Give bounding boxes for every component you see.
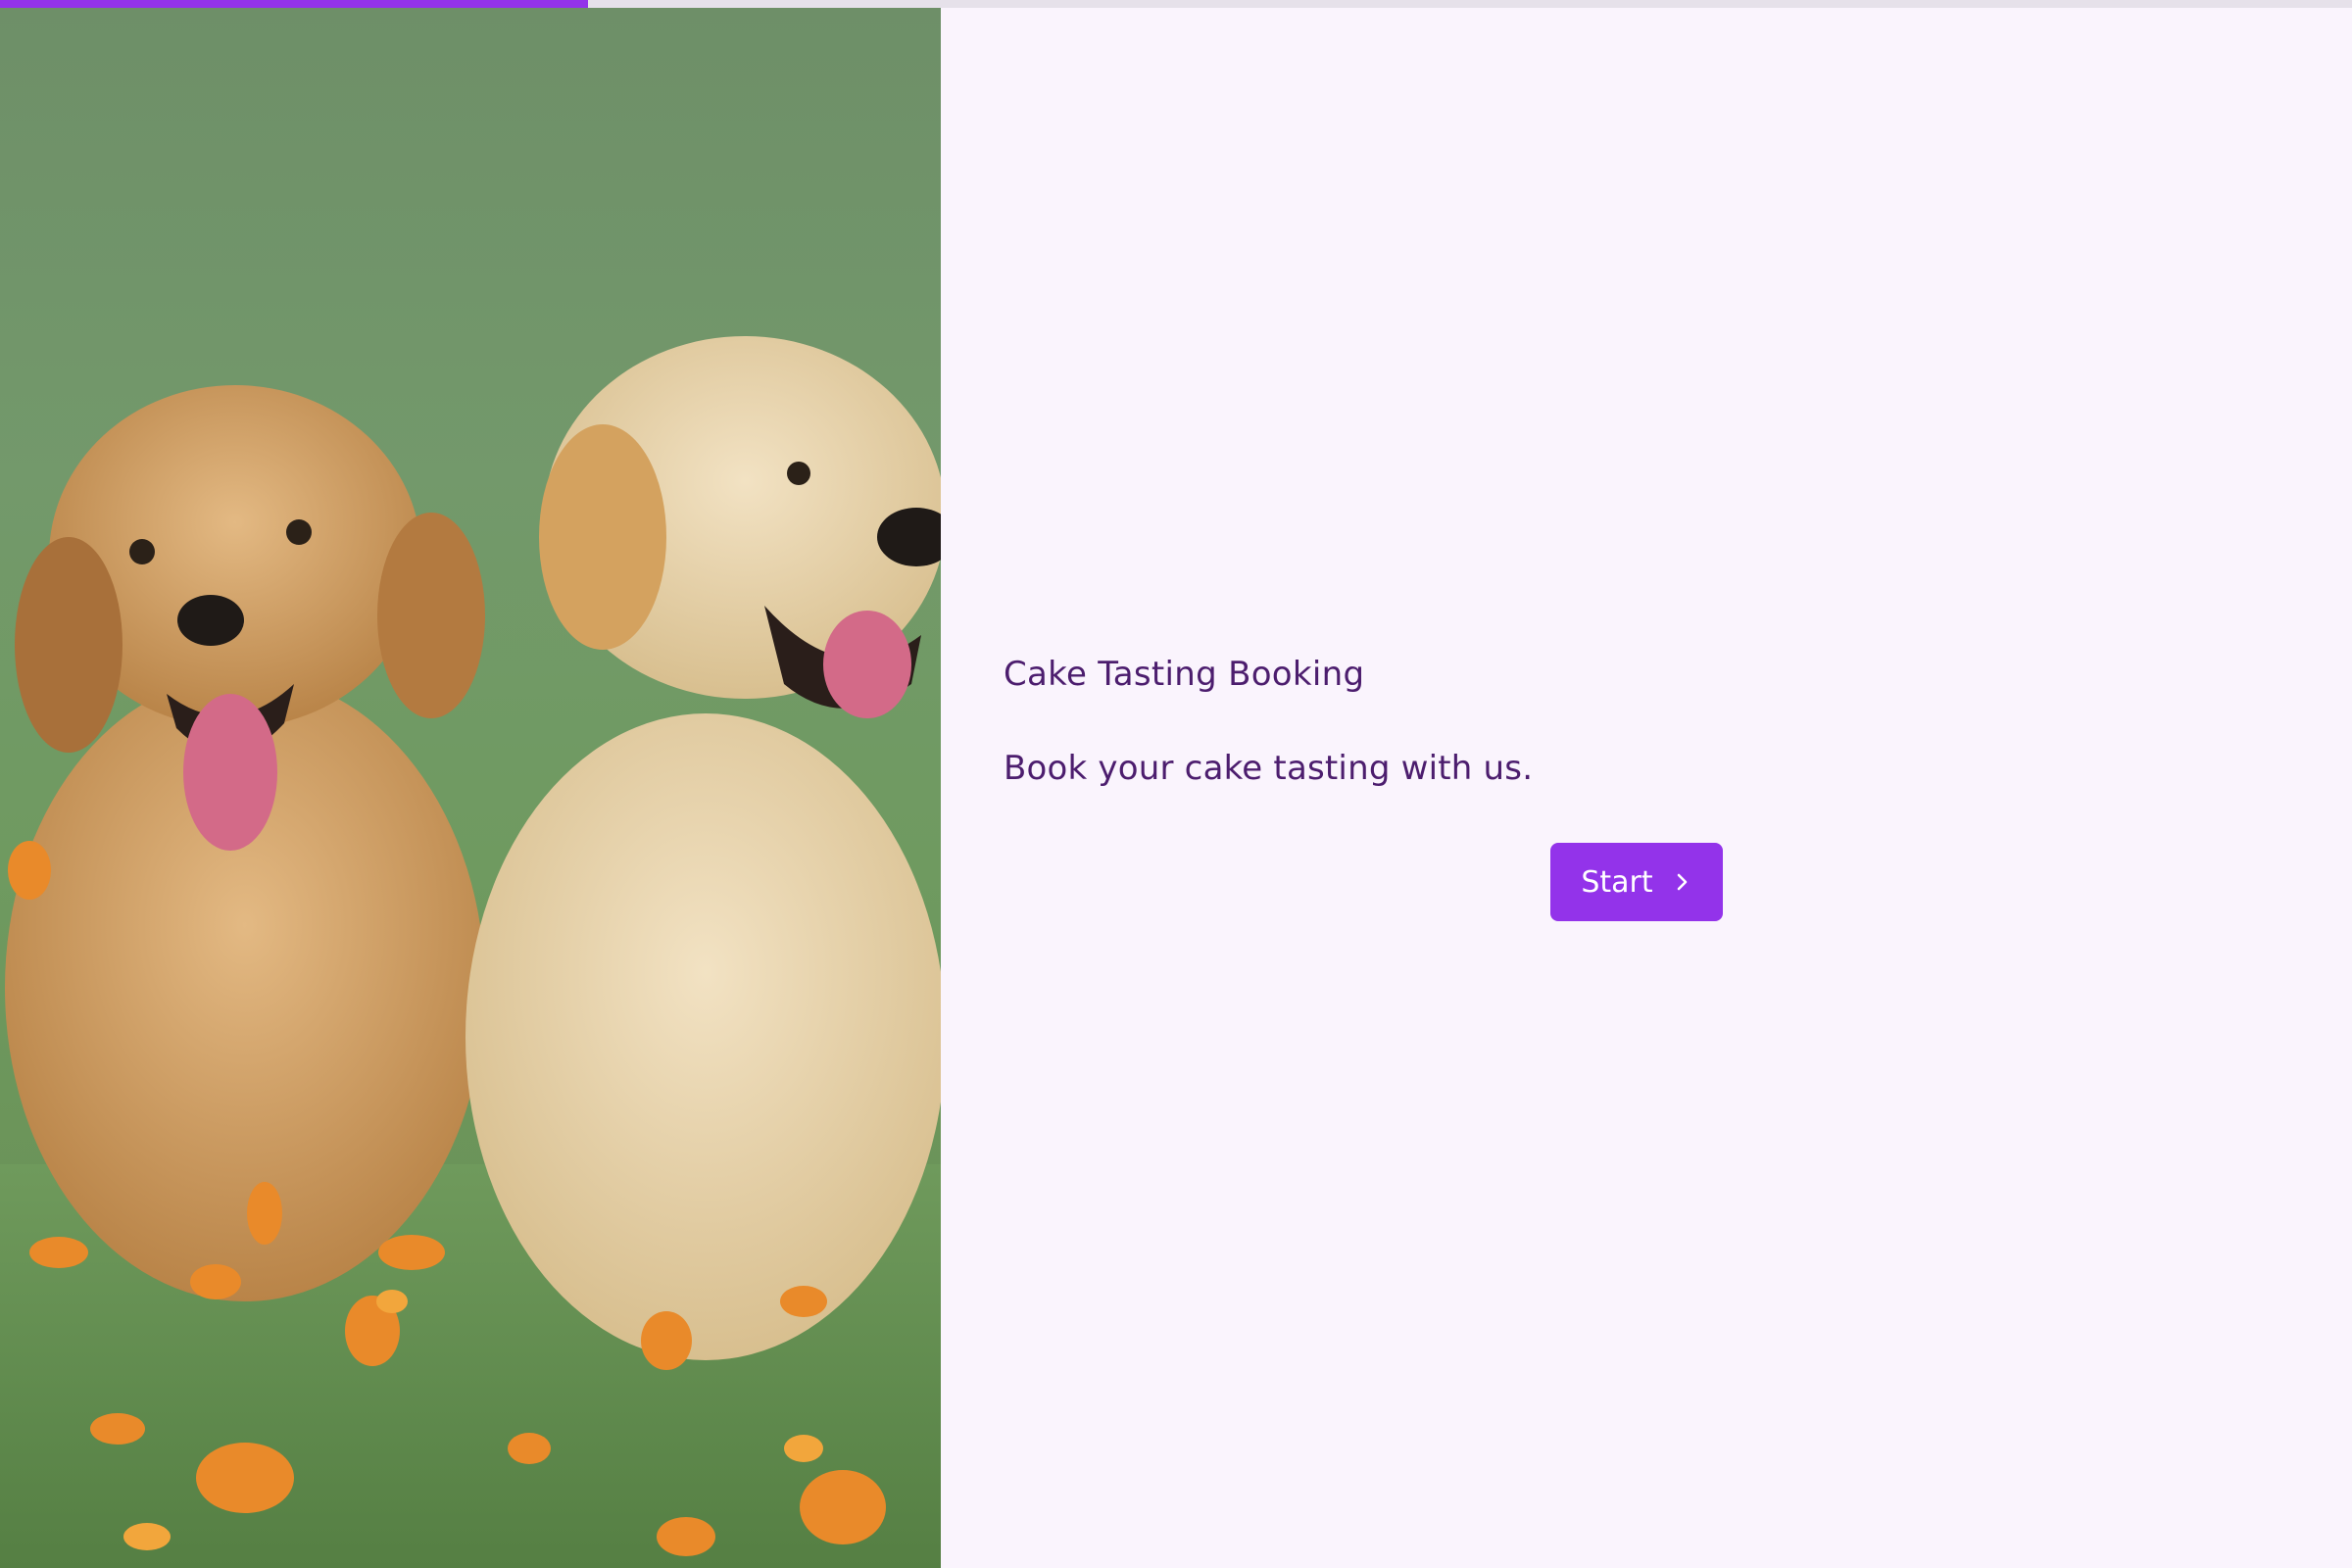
progress-bar: [0, 0, 2352, 8]
puppies-image: [0, 8, 941, 1568]
progress-bar-fill: [0, 0, 588, 8]
form-title: Cake Tasting Booking: [1004, 655, 1365, 694]
start-button-label: Start: [1581, 864, 1653, 900]
puppies-illustration: [0, 336, 941, 1568]
form-panel: Cake Tasting Booking Book your cake tast…: [941, 8, 2352, 1568]
start-button[interactable]: Start: [1550, 843, 1723, 921]
form-description: Book your cake tasting with us.: [1004, 749, 1534, 788]
chevron-right-icon: [1677, 873, 1687, 891]
